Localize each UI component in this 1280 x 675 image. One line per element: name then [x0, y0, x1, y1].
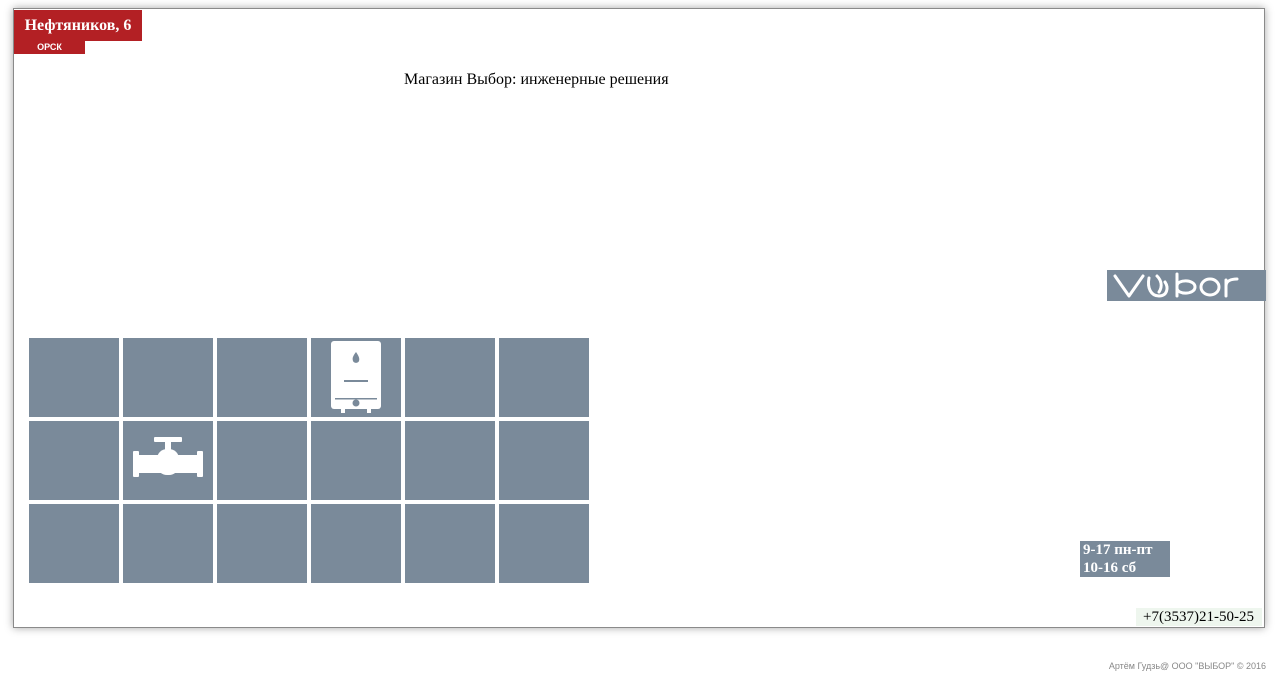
working-hours: 9-17 пн-пт 10-16 сб: [1080, 541, 1170, 577]
category-tile[interactable]: [29, 504, 119, 583]
vybor-logo[interactable]: [1107, 270, 1266, 301]
category-tile[interactable]: [123, 504, 213, 583]
city-badge: ОРСК: [14, 41, 85, 54]
vybor-logo-icon: [1113, 272, 1239, 298]
category-tile[interactable]: [405, 338, 495, 417]
water-heater-icon: [331, 341, 381, 413]
hours-saturday: 10-16 сб: [1083, 560, 1137, 576]
category-tiles: [29, 338, 589, 583]
category-tile[interactable]: [311, 504, 401, 583]
hours-weekdays: 9-17 пн-пт: [1083, 542, 1153, 558]
page-title: Магазин Выбор: инженерные решения: [404, 71, 669, 88]
category-tile[interactable]: [311, 421, 401, 500]
address-badge: Нефтяников, 6: [14, 10, 142, 41]
category-tile[interactable]: [217, 338, 307, 417]
category-tile[interactable]: [499, 421, 589, 500]
category-tile[interactable]: [123, 338, 213, 417]
category-tile[interactable]: [29, 421, 119, 500]
category-tile-water-heater[interactable]: [311, 338, 401, 417]
category-tile[interactable]: [29, 338, 119, 417]
category-tile[interactable]: [499, 338, 589, 417]
copyright-text: Артём Гудзь@ ООО "ВЫБОР" © 2016: [1108, 661, 1266, 671]
category-tile[interactable]: [499, 504, 589, 583]
category-tile[interactable]: [217, 504, 307, 583]
category-tile-pipe-valve[interactable]: [123, 421, 213, 500]
category-tile[interactable]: [405, 421, 495, 500]
category-tile[interactable]: [217, 421, 307, 500]
category-tile[interactable]: [405, 504, 495, 583]
pipe-valve-icon: [133, 437, 203, 477]
phone-number[interactable]: +7(3537)21-50-25: [1136, 608, 1262, 626]
